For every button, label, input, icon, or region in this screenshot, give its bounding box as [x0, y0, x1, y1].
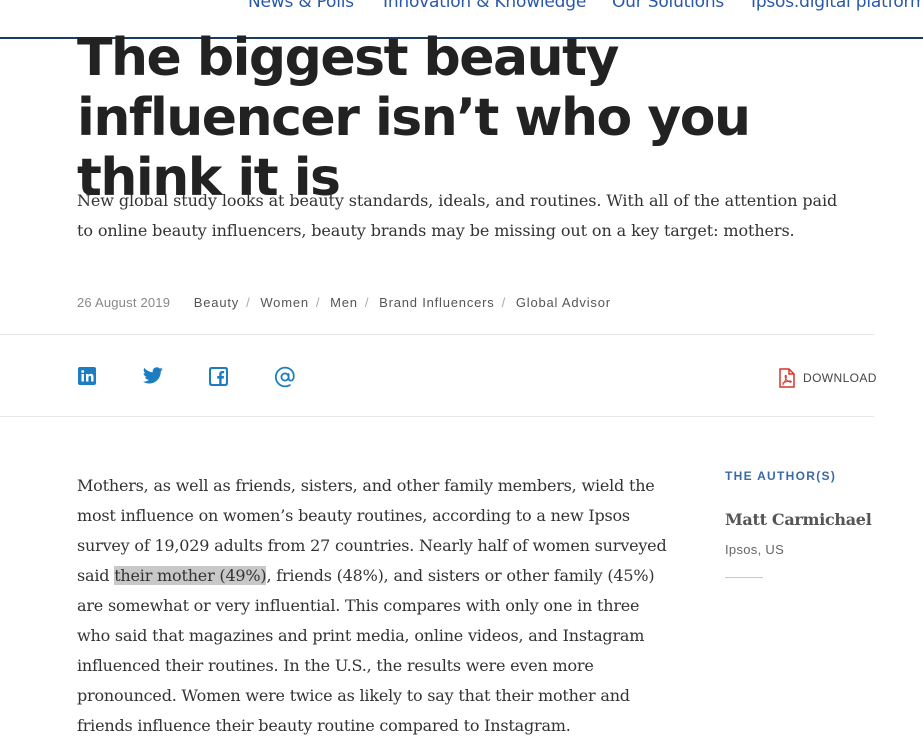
- email-icon[interactable]: [274, 366, 296, 388]
- article-meta: 26 August 2019 Beauty / Women / Men / Brand…: [77, 295, 611, 310]
- article-title: The biggest beauty influencer isn’t who …: [77, 28, 751, 208]
- download-button[interactable]: DOWNLOAD: [778, 368, 877, 388]
- author-heading: THE AUTHOR(S): [725, 469, 837, 483]
- highlighted-text: their mother (49%): [114, 566, 267, 585]
- tag-women[interactable]: Women: [260, 295, 309, 310]
- nav-innovation-knowledge[interactable]: Innovation & Knowledge: [383, 0, 586, 12]
- linkedin-icon[interactable]: [77, 366, 99, 388]
- nav-news-polls[interactable]: News & Polls: [248, 0, 354, 12]
- divider-bottom: [0, 416, 874, 417]
- tag-separator: /: [501, 295, 506, 310]
- publish-date: 26 August 2019: [77, 295, 171, 310]
- facebook-icon[interactable]: [208, 366, 230, 388]
- twitter-icon[interactable]: [142, 366, 164, 388]
- divider-top: [0, 334, 874, 335]
- tag-brand-influencers[interactable]: Brand Influencers: [379, 295, 495, 310]
- tag-global-advisor[interactable]: Global Advisor: [516, 295, 611, 310]
- body-text: , friends (48%), and sisters or other fa…: [77, 566, 655, 735]
- author-org: Ipsos, US: [725, 542, 785, 557]
- tag-separator: /: [315, 295, 320, 310]
- article-body: Mothers, as well as friends, sisters, an…: [77, 471, 667, 741]
- pdf-icon: [779, 368, 795, 388]
- author-divider: [725, 577, 763, 578]
- nav-ipsos-digital-platform[interactable]: Ipsos.digital platform: [751, 0, 923, 12]
- article-summary: New global study looks at beauty standar…: [77, 191, 838, 240]
- tag-beauty[interactable]: Beauty: [194, 295, 239, 310]
- author-name[interactable]: Matt Carmichael: [725, 510, 872, 529]
- download-label: DOWNLOAD: [803, 371, 877, 385]
- tag-men[interactable]: Men: [330, 295, 358, 310]
- tag-separator: /: [364, 295, 369, 310]
- tag-separator: /: [246, 295, 250, 310]
- nav-our-solutions[interactable]: Our Solutions: [612, 0, 724, 12]
